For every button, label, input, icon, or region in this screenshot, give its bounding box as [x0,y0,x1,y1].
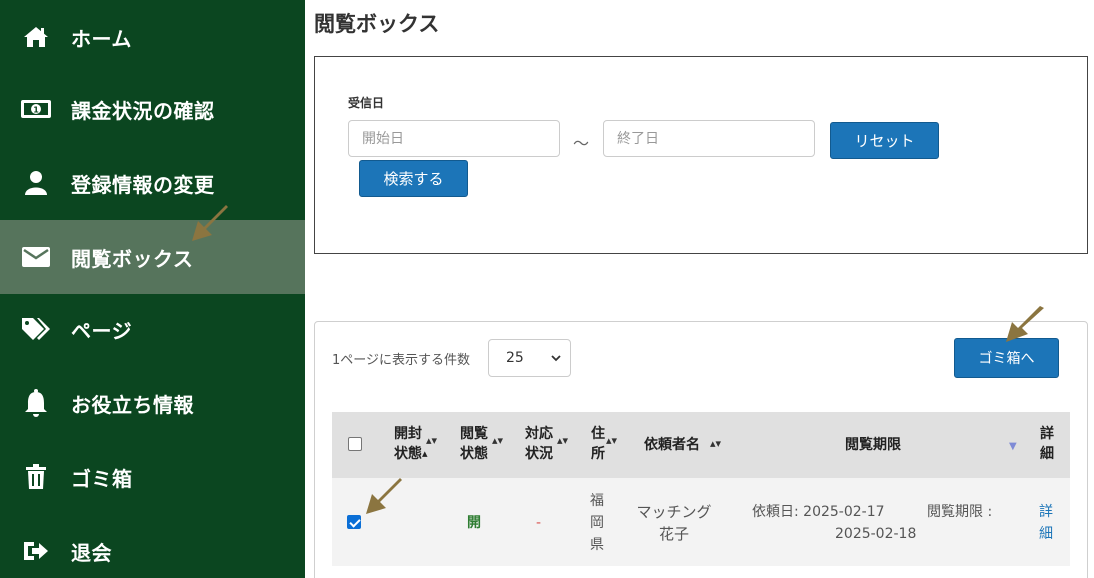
header-address[interactable]: 住 所 [591,424,605,464]
sidebar-item-home[interactable]: ホーム [0,0,305,74]
per-page-value: 25 [506,350,524,366]
sidebar-item-label: 課金状況の確認 [71,98,215,123]
page-title: 閲覧ボックス [314,12,440,36]
reset-button[interactable]: リセット [830,122,939,159]
request-date: 依頼日: 2025-02-17 [752,504,885,520]
annotation-arrow-icon [366,478,402,514]
sidebar-item-withdraw[interactable]: 退会 [0,514,305,578]
sidebar-item-page[interactable]: ページ [0,292,305,366]
date-range-separator: ～ [573,134,590,153]
sidebar-item-label: 退会 [71,540,112,565]
select-all-checkbox[interactable] [348,437,362,451]
envelope-icon [20,241,52,273]
money-icon: 1 [20,93,52,125]
address-value: 福 岡 県 [590,493,604,553]
sidebar: ホーム 1 課金状況の確認 登録情報の変更 閲覧ボックス ページ お役立ち情報 [0,0,305,578]
sort-icon: ▴▾ [492,434,504,447]
header-detail: 詳 細 [1040,426,1054,462]
sidebar-item-profile[interactable]: 登録情報の変更 [0,146,305,220]
table-header [332,412,1070,478]
per-page-select[interactable]: 25 [488,339,571,377]
sidebar-item-label: 登録情報の変更 [71,172,215,197]
sidebar-item-label: お役立ち情報 [71,392,194,417]
bell-icon [20,387,52,419]
sort-icon: ▴▾ [557,434,569,447]
sidebar-item-viewing-box[interactable]: 閲覧ボックス [0,220,305,294]
svg-text:1: 1 [33,106,39,115]
sidebar-item-trash[interactable]: ゴミ箱 [0,440,305,514]
response-status-value: - [536,515,542,531]
sort-icon: ▴ [422,447,428,460]
start-date-input[interactable] [348,120,560,157]
sort-icon: ▴▾ [426,434,438,447]
sign-out-icon [20,535,52,567]
sidebar-item-useful-info[interactable]: お役立ち情報 [0,366,305,440]
chevron-down-icon [550,351,562,369]
per-page-label: 1ページに表示する件数 [332,353,471,368]
trash-icon [20,461,52,493]
sort-desc-icon[interactable]: ▼ [1009,441,1017,452]
sidebar-item-label: 閲覧ボックス [71,246,194,271]
header-view-period[interactable]: 閲覧期限 [845,435,901,455]
annotation-arrow-icon [192,205,228,241]
sort-icon: ▴▾ [710,437,722,450]
sidebar-item-label: ページ [71,318,133,343]
sort-icon: ▴▾ [606,434,618,447]
received-date-label: 受信日 [348,96,385,110]
sidebar-item-label: ゴミ箱 [71,466,133,491]
header-requester[interactable]: 依頼者名 [644,435,700,455]
sidebar-item-label: ホーム [71,26,132,51]
annotation-arrow-icon [1006,306,1044,342]
search-button[interactable]: 検索する [359,160,468,197]
row-select-checkbox[interactable] [347,515,361,529]
end-date-input[interactable] [603,120,815,157]
header-view-status[interactable]: 閲覧 状態 [460,424,488,464]
view-period-label: 閲覧期限 : [927,504,993,520]
sidebar-item-billing[interactable]: 1 課金状況の確認 [0,72,305,146]
view-status-value: 開 [467,515,481,531]
view-period-date: 2025-02-18 [835,526,917,542]
header-response-status[interactable]: 対応 状況 [525,424,553,464]
user-icon [20,167,52,199]
home-icon [20,21,52,53]
tags-icon [20,313,52,345]
requester-name: マッチング 花子 [636,503,712,543]
detail-link[interactable]: 詳 細 [1039,501,1053,545]
header-open-status[interactable]: 開封 状態▴ [394,424,428,464]
